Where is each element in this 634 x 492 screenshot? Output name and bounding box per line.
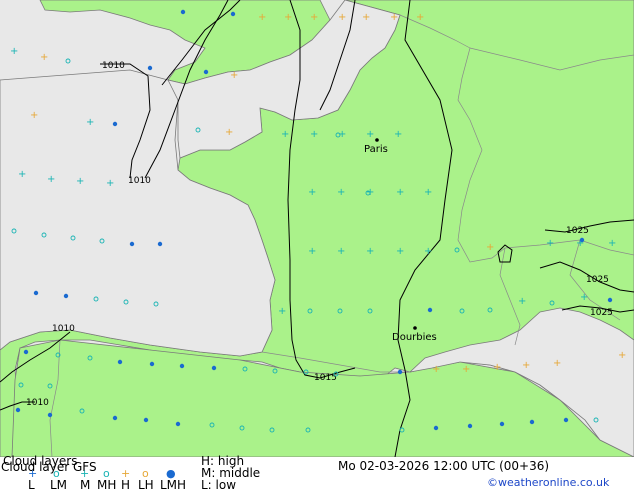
mid-cloud-mark: + [47,174,55,185]
high-cloud-mark: + [230,70,238,81]
low-cloud-mark [529,419,535,425]
low-cloud-mark [579,237,585,243]
isobar-label: 1010 [102,61,125,71]
high-cloud-mark: + [553,358,561,369]
low-cloud-mark [607,297,613,303]
low-cloud-mark [23,349,29,355]
high-cloud-mark: + [362,12,370,23]
low-cloud-mark [15,407,21,413]
isobar-label: 1010 [26,398,49,408]
isobar-label: 1015 [314,373,337,383]
mid-cloud-mark: + [106,178,114,189]
city-dourbies: Dourbies [392,332,437,343]
city-dot [413,326,417,330]
low-cloud-mark [427,307,433,313]
low-cloud-mark [47,412,53,418]
weather-map: 1010 1010 1010 1010 1015 1025 1025 1025 … [0,0,634,457]
mid-cloud-mark: + [337,187,345,198]
low-cloud-mark [203,69,209,75]
mid-cloud-mark: + [394,129,402,140]
low-cloud-mark [129,241,135,247]
isobar-label: 1025 [586,275,609,285]
mid-cloud-mark: + [424,187,432,198]
low-cloud-mark [211,365,217,371]
high-cloud-mark: + [338,12,346,23]
mid-cloud-mark: + [76,176,84,187]
low-cloud-mark [63,293,69,299]
mid-cloud-mark: + [337,246,345,257]
low-cloud-mark [179,363,185,369]
high-cloud-mark: + [310,12,318,23]
mid-cloud-mark: + [424,246,432,257]
mid-cloud-mark: + [308,246,316,257]
high-cloud-mark: + [40,52,48,63]
mid-cloud-mark: + [396,187,404,198]
low-cloud-mark [230,11,236,17]
mid-cloud-mark: + [18,169,26,180]
high-cloud-mark: + [462,364,470,375]
mid-cloud-mark: + [366,129,374,140]
high-cloud-mark: + [416,12,424,23]
city-paris: Paris [364,144,388,155]
low-cloud-mark [563,417,569,423]
mid-cloud-mark: + [10,46,18,57]
mid-cloud-mark: + [308,187,316,198]
isobar-label: 1025 [566,226,589,236]
high-cloud-mark: + [522,360,530,371]
high-cloud-mark: + [390,12,398,23]
low-cloud-mark [33,290,39,296]
mid-cloud-mark: + [278,306,286,317]
city-dot [375,138,379,142]
mid-cloud-mark: + [518,296,526,307]
mid-cloud-mark: + [86,117,94,128]
low-cloud-mark [117,359,123,365]
legend-footer: Cloud layers Cloud layer GFS + o + o + o… [0,454,634,492]
high-cloud-mark: + [30,110,38,121]
low-cloud-mark [499,421,505,427]
isobar-label: 1010 [52,324,75,334]
mid-cloud-mark: + [310,129,318,140]
mid-cloud-mark: + [580,292,588,303]
high-cloud-mark: + [486,242,494,253]
low-cloud-mark [180,9,186,15]
low-cloud-mark [112,121,118,127]
high-cloud-mark: + [225,127,233,138]
mid-cloud-mark: + [338,129,346,140]
high-cloud-mark: + [432,364,440,375]
low-cloud-mark [433,425,439,431]
low-cloud-mark [147,65,153,71]
high-cloud-mark: + [618,350,626,361]
low-cloud-mark [397,369,403,375]
low-cloud-mark [112,415,118,421]
mid-cloud-mark: + [366,246,374,257]
mid-cloud-mark: + [396,246,404,257]
low-cloud-mark [157,241,163,247]
high-cloud-mark: + [284,12,292,23]
isobar-label: 1025 [590,308,613,318]
mid-cloud-mark: + [546,238,554,249]
low-cloud-mark [143,417,149,423]
low-cloud-mark [149,361,155,367]
isobar-label: 1010 [128,176,151,186]
mid-cloud-mark: + [608,238,616,249]
high-cloud-mark: + [493,362,501,373]
low-cloud-mark [175,421,181,427]
credit-link[interactable]: ©weatheronline.co.uk [487,476,609,490]
low-cloud-mark [467,423,473,429]
high-cloud-mark: + [258,12,266,23]
mid-cloud-mark: + [281,129,289,140]
forecast-datetime: Mo 02-03-2026 12:00 UTC (00+36) [338,459,550,473]
